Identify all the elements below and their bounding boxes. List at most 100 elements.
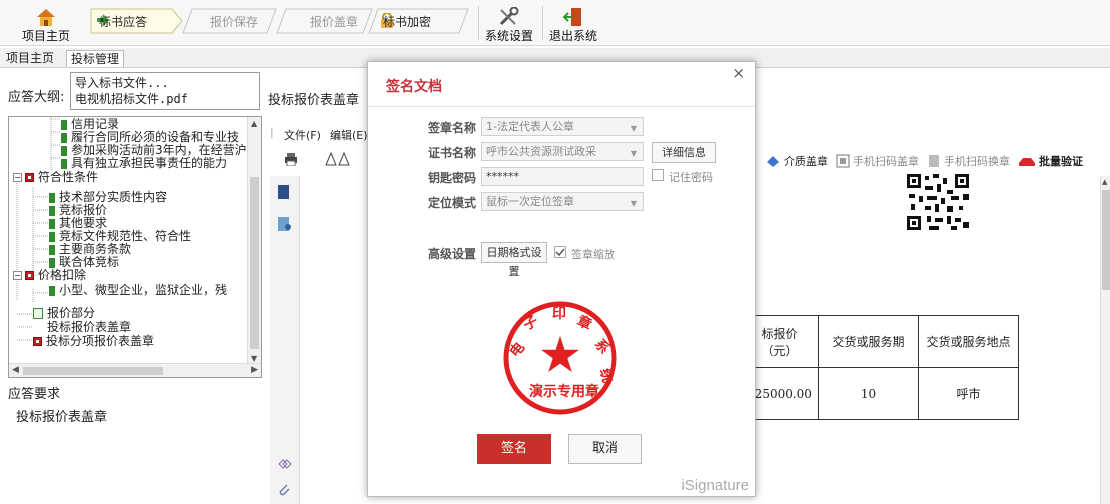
scroll-thumb[interactable] [1102, 190, 1110, 290]
tree-item[interactable]: 报价部分 [33, 307, 95, 320]
toolbar-separator [478, 6, 479, 40]
sign-button[interactable]: 签名 [477, 434, 551, 464]
scroll-down-icon[interactable]: ▼ [251, 354, 257, 363]
tree-item[interactable]: 投标分项报价表盖章 [33, 335, 154, 348]
batch-verify-button[interactable]: 批量验证 [1018, 153, 1083, 169]
bookmark-icon[interactable] [277, 216, 293, 232]
pin-input[interactable]: ****** [481, 167, 644, 186]
file-import-box[interactable]: 导入标书文件... 电视机招标文件.pdf [70, 72, 260, 110]
cancel-button[interactable]: 取消 [568, 434, 642, 464]
page-nav-icon[interactable] [324, 152, 352, 166]
advanced-settings-label: 高级设置 [428, 247, 477, 261]
outline-tree[interactable]: 信用记录 履行合同所必须的设备和专业技 参加采购活动前3年内，在经营沪 具有独立… [8, 116, 262, 378]
folder-node-icon [25, 173, 34, 182]
file-name: 电视机招标文件.pdf [75, 92, 188, 106]
collapse-icon[interactable]: − [13, 173, 22, 182]
dialog-title: 签名文档 [386, 79, 442, 95]
leaf-node-icon [49, 244, 55, 255]
document-vertical-scrollbar[interactable]: ▲ [1100, 176, 1110, 504]
date-format-button[interactable]: 日期格式设置 [481, 242, 547, 278]
qr-code-image [905, 172, 971, 232]
leaf-node-icon [61, 145, 67, 156]
scroll-thumb[interactable] [23, 367, 163, 375]
viewer-menubar: | 文件(F) 编辑(E) [270, 126, 368, 143]
menu-file[interactable]: 文件(F) [284, 127, 321, 143]
scroll-thumb[interactable] [250, 177, 259, 349]
scroll-up-icon[interactable]: ▲ [251, 119, 257, 128]
tree-item[interactable]: 具有独立承担民事责任的能力 [61, 157, 227, 170]
collapse-icon[interactable]: − [13, 271, 22, 280]
tree-horizontal-scrollbar[interactable]: ◀ ▶ [9, 363, 261, 377]
save-step[interactable]: 报价保存 [182, 8, 278, 34]
exit-button[interactable]: 退出系统 [546, 0, 600, 44]
seal-scale-label: 签章缩放 [571, 248, 615, 261]
svg-text:印: 印 [552, 305, 566, 322]
sign-document-dialog: 签名文档 × 签章名称 1-法定代表人公章 ▼ 证书名称 呼市公共资源测试政采 ▼ … [367, 61, 756, 497]
seal-scale-checkbox[interactable] [554, 246, 566, 258]
menu-edit[interactable]: 编辑(E) [330, 127, 368, 143]
stamp-step[interactable]: 报价盖章 [276, 8, 374, 34]
scroll-up-icon[interactable]: ▲ [1102, 178, 1107, 186]
save-label: 报价保存 [210, 14, 259, 29]
cert-name-select[interactable]: 呼市公共资源测试政采 ▼ [481, 142, 644, 161]
chevron-down-icon: ▼ [630, 199, 637, 208]
divider [368, 106, 755, 107]
seal-name-select[interactable]: 1-法定代表人公章 ▼ [481, 117, 644, 136]
scan-stamp-button[interactable]: 手机扫码盖章 [836, 153, 919, 169]
table-header-row: 标报价（元） 交货或服务期 交货或服务地点 [740, 315, 1019, 368]
home-button[interactable]: 项目主页 [20, 0, 72, 44]
folder-node-icon [25, 271, 34, 280]
chevron-down-icon: ▼ [630, 149, 637, 158]
phone-swap-icon [929, 155, 939, 167]
print-icon[interactable] [284, 152, 298, 166]
tree-item[interactable]: − 价格扣除 [13, 269, 86, 282]
main-toolbar: 项目主页 标书应答 报价保存 报价盖章 标书加密 系统设置 退出系统 [0, 0, 1110, 46]
stamp-label: 报价盖章 [310, 14, 359, 29]
table-cell: 呼市 [918, 367, 1019, 420]
tree-vertical-scrollbar[interactable]: ▲ ▼ [247, 117, 261, 365]
svg-text:演示专用章: 演示专用章 [529, 383, 599, 400]
table-header-cell: 交货或服务期 [818, 315, 919, 368]
scan-swap-button[interactable]: 手机扫码换章 [927, 153, 1010, 169]
tree-item[interactable]: − 符合性条件 [13, 171, 98, 184]
isignature-watermark: iSignature [681, 477, 749, 494]
tools-icon [499, 7, 519, 26]
requirement-text: 投标报价表盖章 [16, 410, 108, 425]
viewer-side-strip [270, 176, 300, 504]
close-icon[interactable]: × [732, 64, 745, 82]
exit-label: 退出系统 [548, 29, 597, 43]
settings-button[interactable]: 系统设置 [482, 0, 536, 44]
locate-mode-select[interactable]: 鼠标一次定位签章 ▼ [481, 192, 644, 211]
encrypt-label: 标书加密 [383, 14, 432, 29]
requirement-label: 应答要求 [8, 387, 61, 402]
medium-stamp-button[interactable]: 介质盖章 [765, 153, 828, 169]
stamp-icon [767, 156, 779, 167]
encrypt-step[interactable]: 标书加密 [368, 8, 470, 34]
scroll-left-icon[interactable]: ◀ [12, 365, 19, 375]
attachment-icon[interactable] [277, 482, 291, 498]
qr-scan-icon [836, 154, 850, 168]
scroll-right-icon[interactable]: ▶ [251, 365, 258, 375]
leaf-node-icon [49, 192, 55, 203]
tree-item[interactable]: 小型、微型企业，监狱企业，残 [49, 284, 227, 297]
tree-item-selected[interactable]: 投标报价表盖章 [33, 321, 131, 334]
leaf-node-icon [61, 132, 67, 143]
respond-step[interactable]: 标书应答 [90, 8, 184, 34]
leaf-node-icon [49, 285, 55, 296]
locate-mode-label: 定位模式 [428, 196, 477, 210]
price-table: 标报价（元） 交货或服务期 交货或服务地点 125000.00 10 呼市 [740, 315, 1019, 420]
detail-info-button[interactable]: 详细信息 [652, 142, 716, 163]
folder-node-icon [33, 337, 42, 346]
link-icon[interactable] [277, 458, 293, 470]
home-label: 项目主页 [21, 29, 70, 43]
respond-label: 标书应答 [99, 14, 148, 29]
pages-icon[interactable] [277, 184, 291, 200]
check-icon [555, 248, 565, 257]
leaf-node-icon [49, 257, 55, 268]
tab-project-home[interactable]: 项目主页 [2, 50, 58, 67]
outline-label: 应答大纲: [8, 90, 65, 105]
tab-bid-management[interactable]: 投标管理 [66, 50, 125, 67]
import-file-link[interactable]: 导入标书文件... [75, 75, 255, 91]
remember-password-checkbox[interactable] [652, 169, 664, 181]
svg-text:统: 统 [596, 367, 616, 385]
